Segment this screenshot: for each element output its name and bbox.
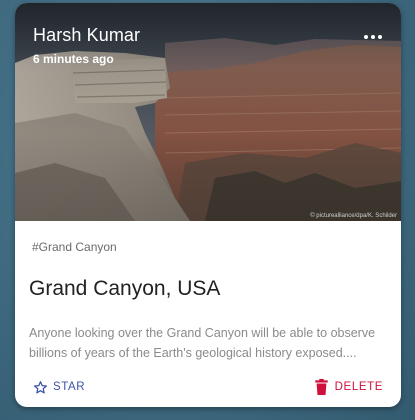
- more-horizontal-icon: [378, 35, 382, 39]
- more-horizontal-icon: [364, 35, 368, 39]
- trash-icon: [314, 379, 328, 395]
- post-image: Harsh Kumar 6 minutes ago © pictureallia…: [15, 3, 401, 221]
- star-outline-icon: [34, 380, 47, 393]
- post-title: Grand Canyon, USA: [29, 277, 221, 300]
- star-label: STAR: [53, 381, 86, 393]
- post-description: Anyone looking over the Grand Canyon wil…: [29, 326, 376, 360]
- more-horizontal-icon: [371, 35, 375, 39]
- more-options-button[interactable]: [359, 25, 387, 49]
- star-button[interactable]: STAR: [33, 375, 85, 399]
- delete-button[interactable]: DELETE: [314, 375, 383, 399]
- post-tag: #Grand Canyon: [32, 240, 117, 254]
- post-time: 6 minutes ago: [33, 52, 114, 66]
- delete-label: DELETE: [334, 381, 383, 393]
- author-name: Harsh Kumar: [33, 25, 141, 45]
- photo-credit: © picturealliance/dpa/K. Schilder: [310, 213, 397, 219]
- post-card: Harsh Kumar 6 minutes ago © pictureallia…: [15, 3, 401, 407]
